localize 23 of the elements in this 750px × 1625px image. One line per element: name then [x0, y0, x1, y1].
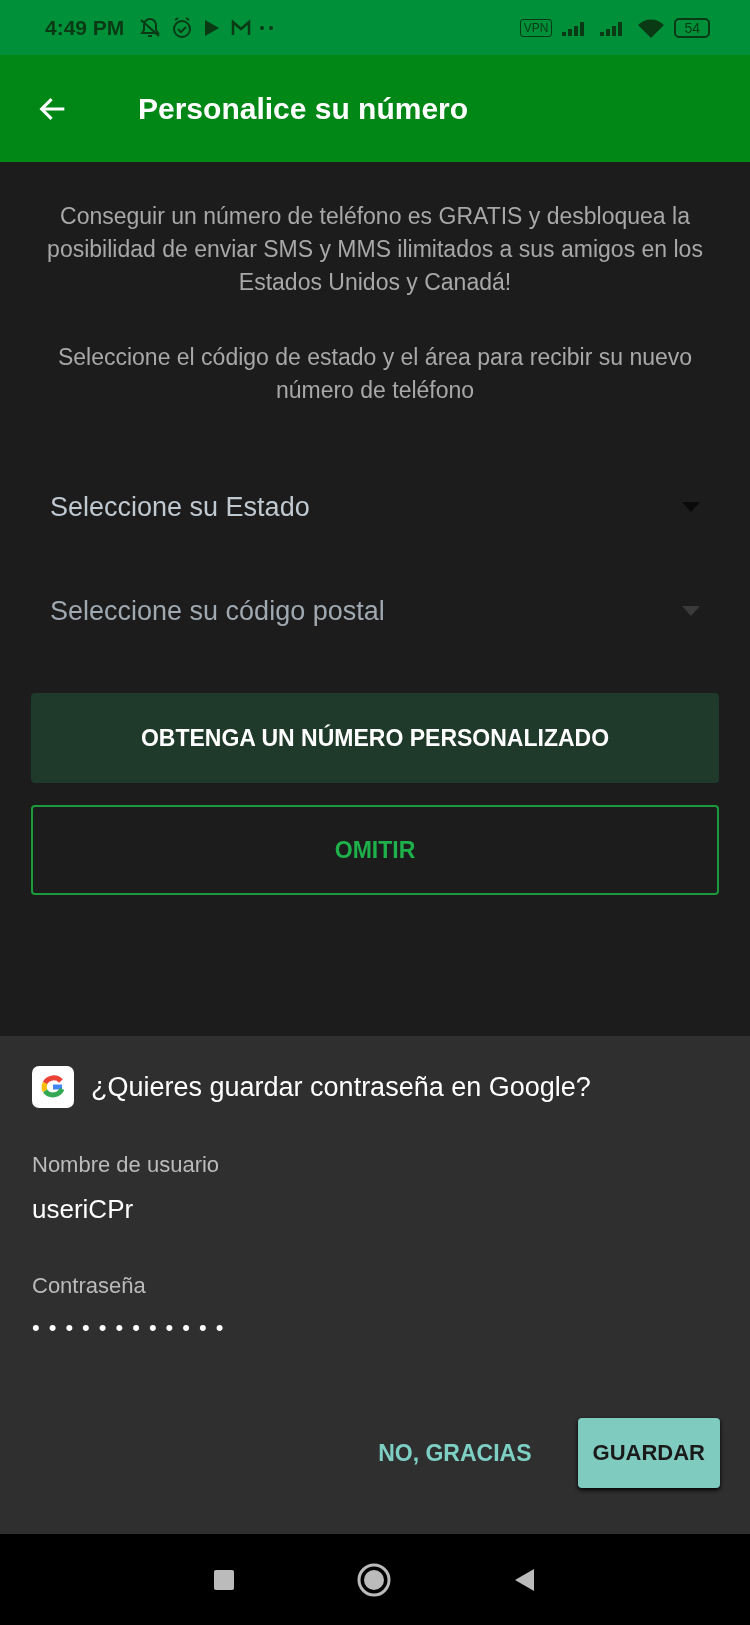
get-number-button[interactable]: OBTENGA UN NÚMERO PERSONALIZADO [31, 693, 719, 783]
username-value: useriCPr [32, 1194, 135, 1225]
wifi-icon [636, 16, 667, 39]
muted-bell-icon [138, 15, 163, 40]
recents-icon[interactable] [212, 1567, 236, 1592]
decline-button[interactable]: NO, GRACIAS [362, 1418, 548, 1488]
intro-text: Conseguir un número de teléfono es GRATIS y desbloquea la posibilidad de enviar SMS y MMS ilimitados a sus amigos en los Estados Unidos y Canadá! [46, 202, 704, 297]
dropdown-caret-icon [681, 605, 701, 617]
vpn-badge: VPN [519, 18, 553, 37]
sheet-title: ¿Quieres guardar contraseña en Google? [91, 1071, 591, 1103]
password-value: •••••••••••• [32, 1315, 234, 1341]
instruction-text: Seleccione el código de estado y el área para recibir su nuevo número de teléfono [56, 343, 694, 405]
skip-button[interactable]: OMITIR [31, 805, 719, 895]
username-label: Nombre de usuario [32, 1152, 221, 1178]
status-time: 4:49 PM [45, 15, 125, 40]
screen-title: Personalice su número [138, 91, 469, 126]
dropdown[interactable]: Seleccione su Estado [31, 455, 719, 559]
password-label: Contraseña [32, 1273, 147, 1299]
battery-icon: 54 [674, 17, 710, 38]
more-dots-icon [260, 25, 274, 30]
home-icon[interactable] [356, 1561, 392, 1598]
save-button[interactable]: GUARDAR [577, 1418, 720, 1488]
google-logo-icon [32, 1066, 74, 1108]
